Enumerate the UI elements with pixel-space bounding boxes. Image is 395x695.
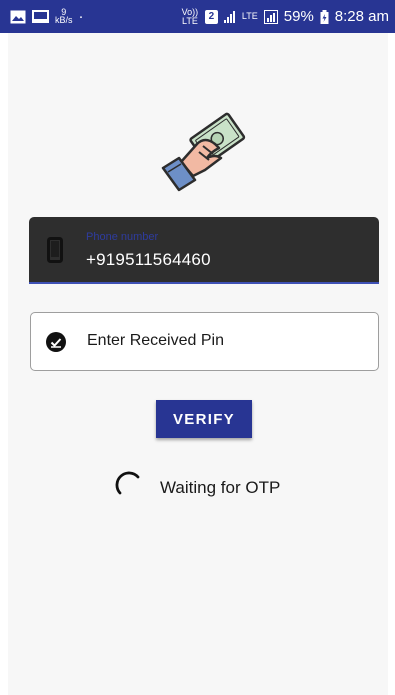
waiting-status-text: Waiting for OTP [160, 478, 281, 497]
screen-cast-icon [32, 9, 49, 24]
status-bar: 9 kB/s · Vo)) LTE 2 LTE 59% 8:28 am [0, 0, 395, 33]
signal-box-icon [263, 9, 278, 24]
pin-input-field[interactable]: Enter Received Pin [30, 312, 379, 371]
verify-button[interactable]: VERIFY [156, 400, 252, 438]
phone-number-field[interactable]: Phone number +919511564460 [29, 217, 379, 284]
loading-spinner-icon [114, 469, 144, 504]
phone-icon [47, 237, 63, 268]
lte-indicator: LTE [241, 11, 258, 21]
network-speed: 9 kB/s [55, 8, 73, 25]
status-bar-left: 9 kB/s · [10, 8, 84, 25]
phone-number-label: Phone number [86, 231, 159, 243]
check-circle-icon [46, 332, 66, 357]
status-dot: · [78, 8, 84, 25]
battery-percent: 59% [283, 8, 314, 25]
clock: 8:28 am [334, 8, 389, 25]
sim-indicator: 2 [204, 9, 218, 24]
network-speed-unit: kB/s [55, 15, 73, 25]
gallery-notification-icon [10, 10, 26, 24]
hand-money-icon [159, 110, 251, 192]
phone-number-value[interactable]: +919511564460 [86, 250, 211, 270]
volte-indicator: Vo)) LTE [181, 6, 199, 26]
battery-icon [320, 9, 329, 24]
signal-icon [223, 10, 236, 23]
status-bar-right: Vo)) LTE 2 LTE 59% 8:28 am [181, 6, 389, 26]
pin-input-placeholder[interactable]: Enter Received Pin [87, 332, 224, 350]
